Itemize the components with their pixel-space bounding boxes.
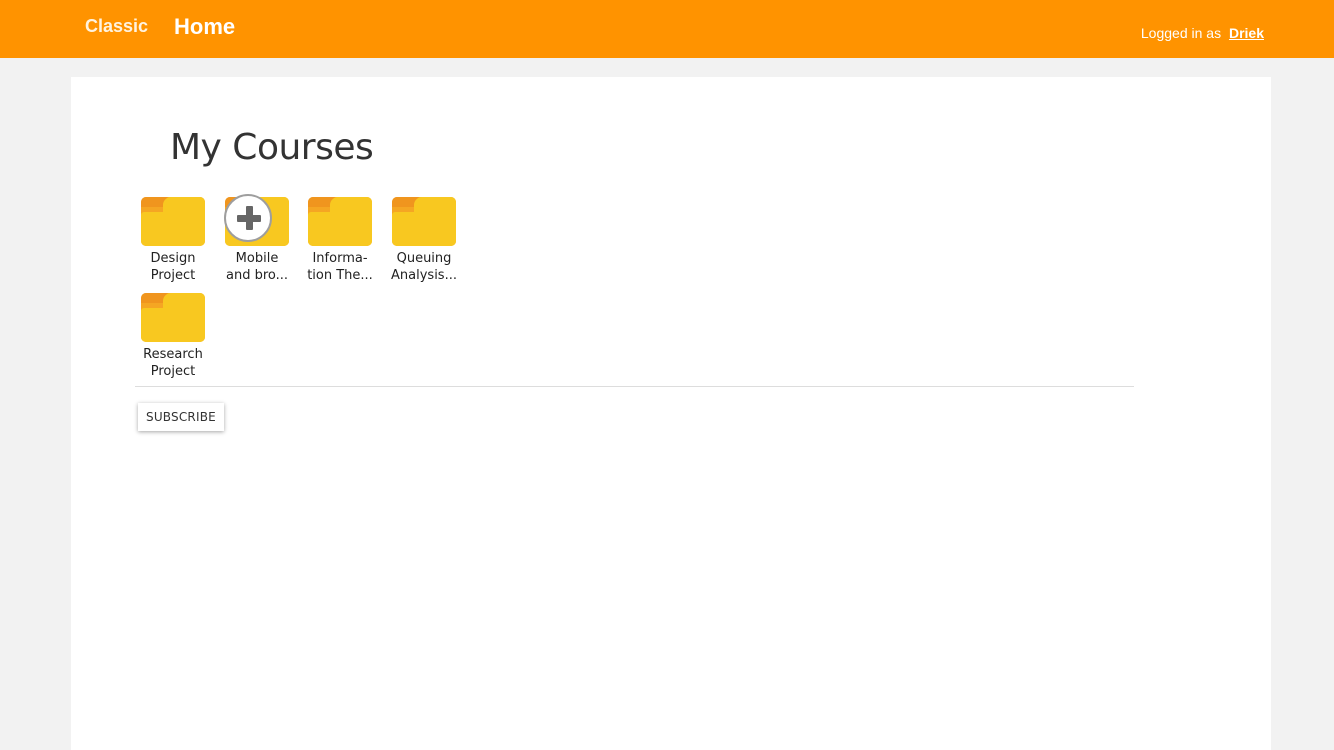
folder-icon bbox=[392, 197, 456, 246]
course-label-line1: Research bbox=[143, 347, 203, 362]
login-status: Logged in as Driek bbox=[1141, 25, 1264, 41]
course-item-queuing-analysis[interactable]: Queuing Analysis... bbox=[384, 197, 464, 284]
course-label: Design Project bbox=[133, 250, 213, 284]
course-label-line2: Project bbox=[150, 364, 196, 379]
course-label-line2: tion The... bbox=[307, 268, 373, 283]
course-label-line2: and bro... bbox=[225, 268, 289, 283]
subscribe-button[interactable]: SUBSCRIBE bbox=[138, 403, 224, 431]
username-link[interactable]: Driek bbox=[1229, 25, 1264, 41]
page-title: My Courses bbox=[170, 127, 374, 168]
content-panel: My Courses Design Project Mobile and bro… bbox=[71, 77, 1271, 750]
course-label-line1: Mobile bbox=[235, 251, 279, 266]
course-item-information-theory[interactable]: Informa- tion The... bbox=[300, 197, 380, 284]
course-label: Queuing Analysis... bbox=[384, 250, 464, 284]
folder-icon bbox=[308, 197, 372, 246]
course-label: Research Project bbox=[133, 346, 213, 380]
course-label-line1: Informa- bbox=[312, 251, 368, 266]
course-label-line1: Design bbox=[150, 251, 196, 266]
course-item-research-project[interactable]: Research Project bbox=[133, 293, 213, 380]
course-label-line1: Queuing bbox=[396, 251, 452, 266]
top-navigation-bar: Classic Home Logged in as Driek bbox=[0, 0, 1334, 58]
course-label: Informa- tion The... bbox=[300, 250, 380, 284]
course-label: Mobile and bro... bbox=[217, 250, 297, 284]
home-link[interactable]: Home bbox=[174, 14, 235, 40]
course-label-line2: Analysis... bbox=[391, 268, 457, 283]
divider bbox=[135, 386, 1134, 387]
logged-in-label: Logged in as bbox=[1140, 25, 1222, 41]
folder-icon bbox=[141, 293, 205, 342]
add-course-button[interactable] bbox=[224, 194, 272, 242]
course-item-design-project[interactable]: Design Project bbox=[133, 197, 213, 284]
folder-icon bbox=[141, 197, 205, 246]
course-label-line2: Project bbox=[150, 268, 196, 283]
classic-link[interactable]: Classic bbox=[85, 16, 148, 37]
